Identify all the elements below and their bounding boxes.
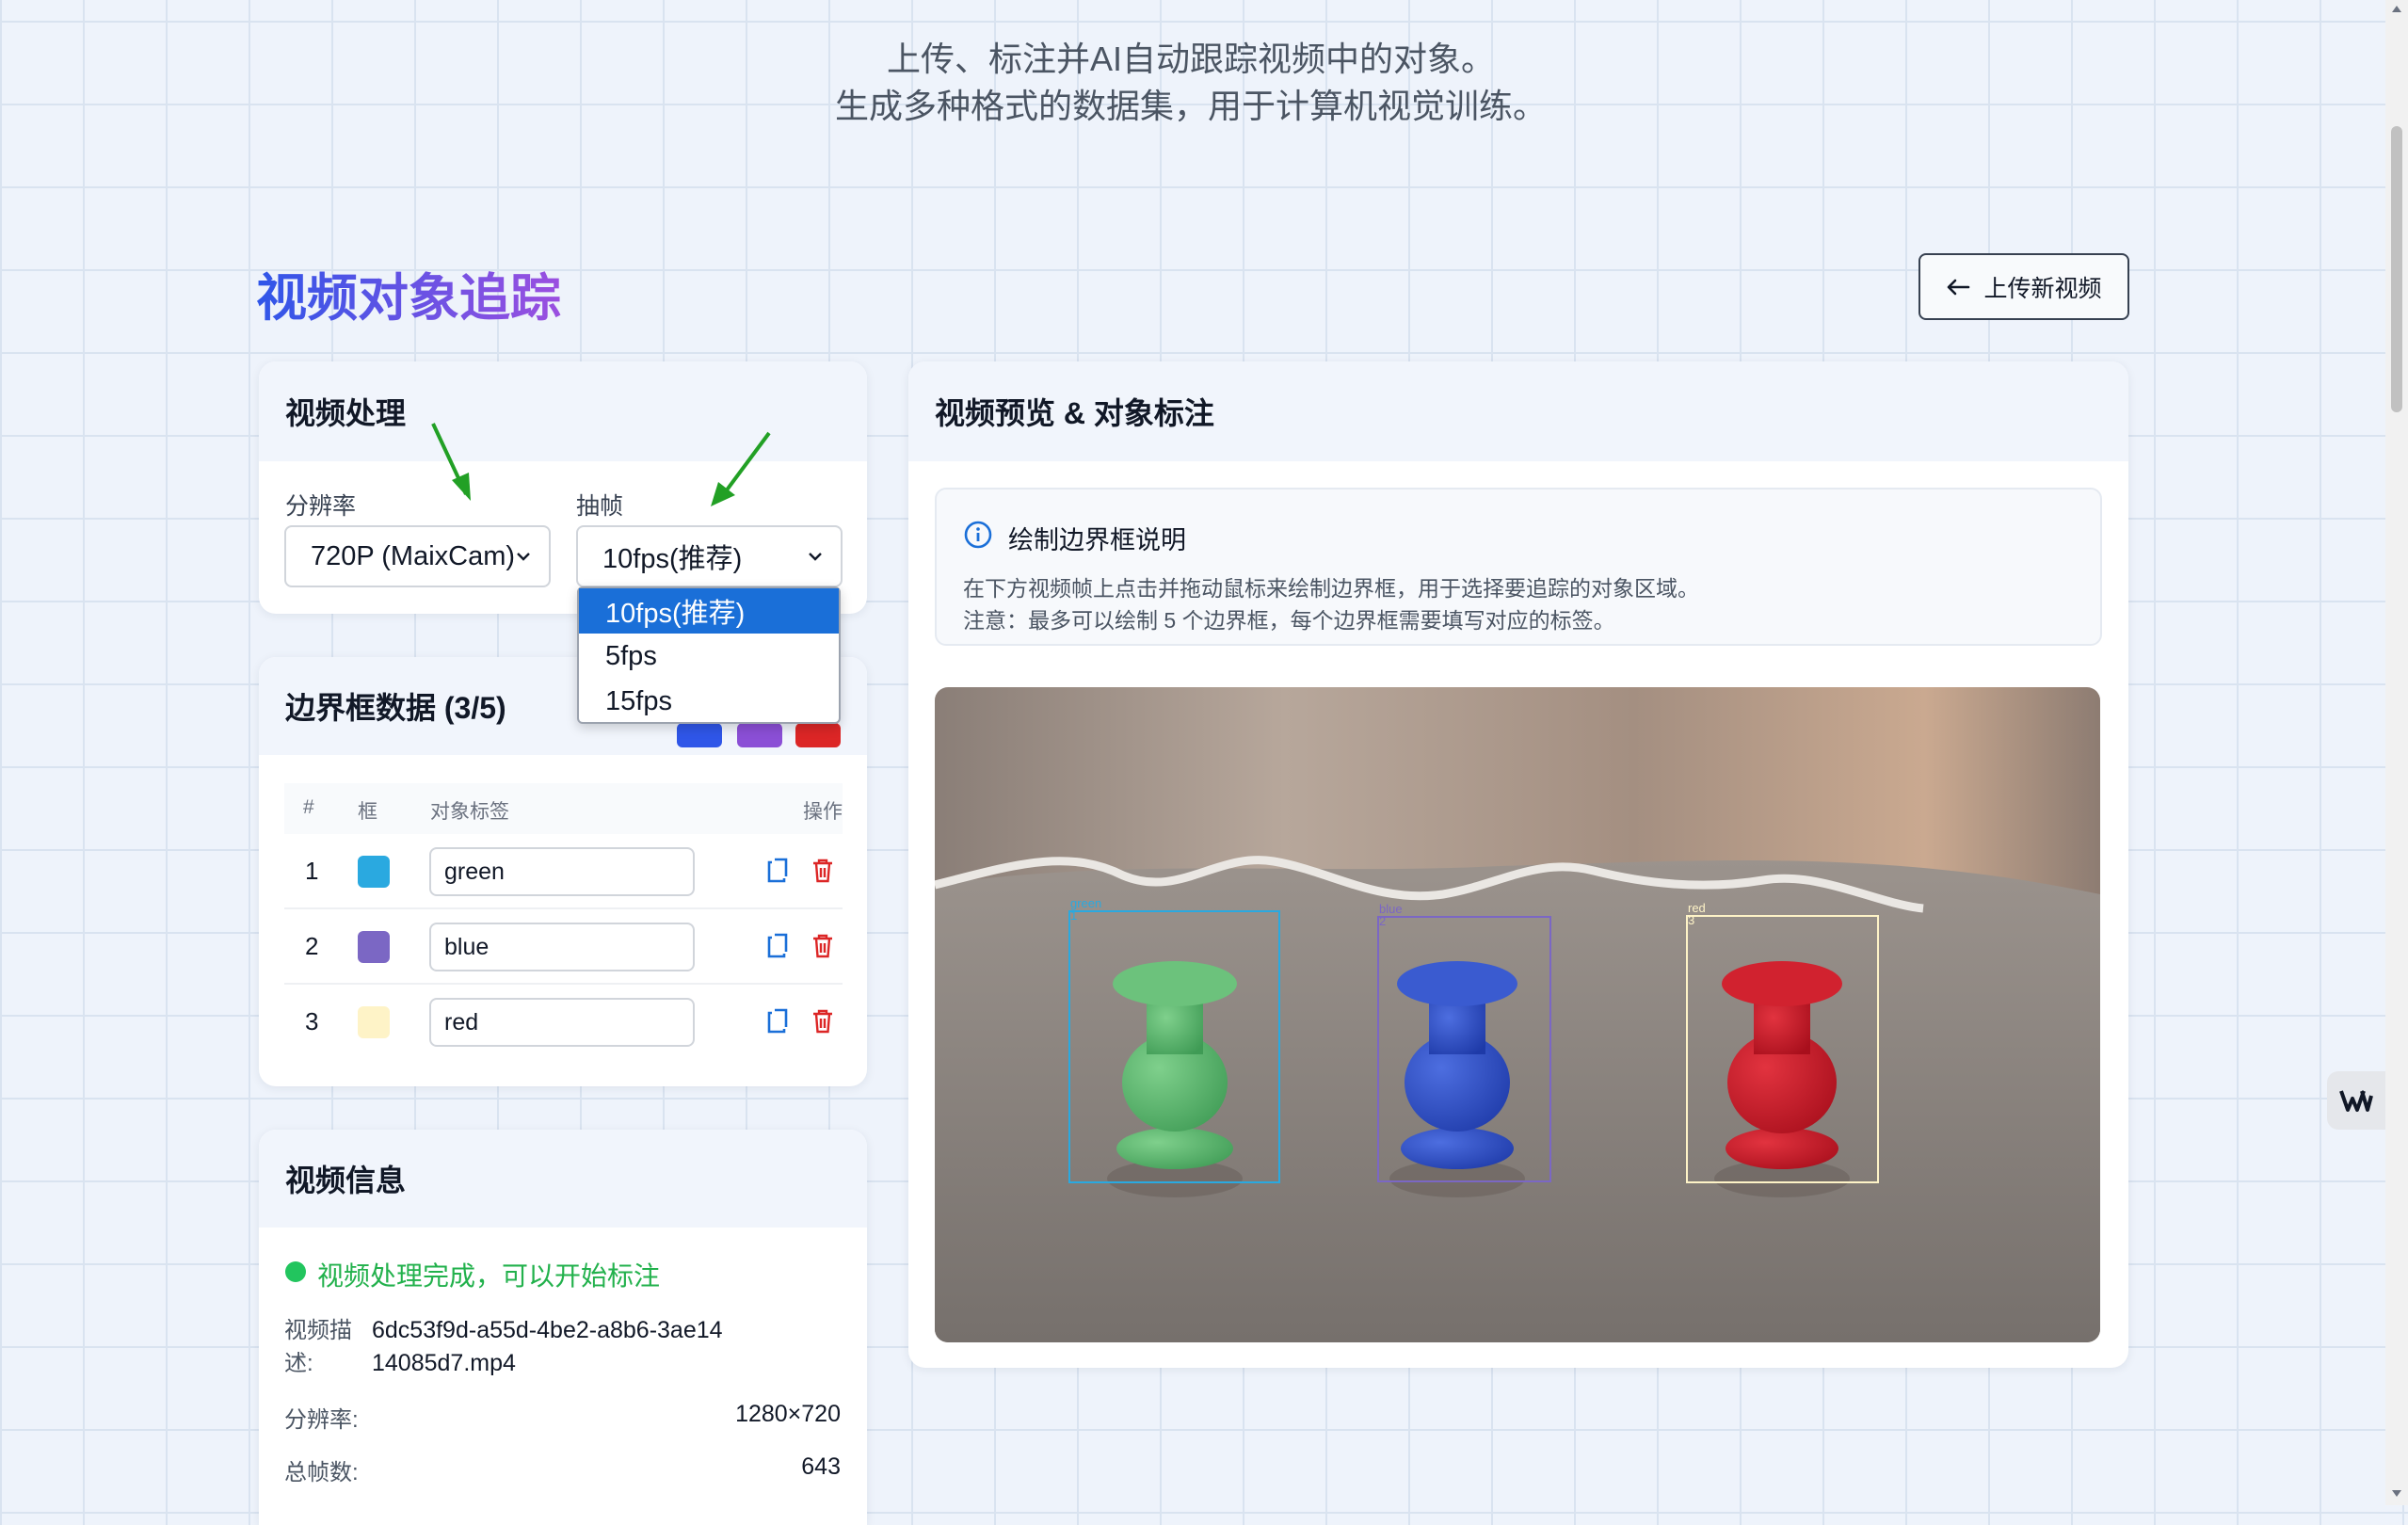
box-color-swatch bbox=[358, 1006, 390, 1038]
fps-dropdown-menu: 10fps(推荐) 5fps 15fps bbox=[577, 586, 841, 724]
track-button[interactable] bbox=[737, 723, 782, 747]
upload-new-video-label: 上传新视频 bbox=[1983, 275, 2102, 302]
fps-select[interactable]: 10fps(推荐) bbox=[576, 525, 843, 587]
copy-icon[interactable] bbox=[763, 932, 790, 960]
fps-label: 抽帧 bbox=[576, 493, 624, 520]
video-desc-value: 6dc53f9d-a55d-4be2-a8b6-3ae1414085d7.mp4 bbox=[372, 1317, 723, 1376]
fps-option-5[interactable]: 5fps bbox=[579, 634, 839, 679]
trash-icon[interactable] bbox=[810, 1007, 836, 1035]
frames-key: 总帧数: bbox=[284, 1460, 359, 1485]
fps-option-10[interactable]: 10fps(推荐) bbox=[579, 588, 839, 634]
instructions-line-1: 在下方视频帧上点击并拖动鼠标来绘制边界框，用于选择要追踪的对象区域。 bbox=[963, 576, 1699, 601]
label-input[interactable]: green bbox=[429, 847, 695, 896]
subtitle-line-2: 生成多种格式的数据集，用于计算机视觉训练。 bbox=[834, 87, 1547, 125]
row-index: 3 bbox=[305, 1007, 319, 1035]
resolution-key: 分辨率: bbox=[284, 1407, 359, 1433]
instructions-line-2: 注意：最多可以绘制 5 个边界框，每个边界框需要填写对应的标签。 bbox=[963, 608, 1615, 633]
table-header: # 框 对象标签 操作 bbox=[284, 783, 843, 834]
column-box: 框 bbox=[358, 801, 377, 823]
table-row: 1 green bbox=[284, 834, 843, 909]
bounding-box[interactable]: blue 2 bbox=[1377, 903, 1551, 1182]
chevron-down-icon bbox=[517, 553, 530, 561]
column-actions: 操作 bbox=[803, 801, 843, 823]
row-index: 1 bbox=[305, 857, 319, 885]
floating-widget-button[interactable] bbox=[2327, 1071, 2385, 1130]
bounding-box-id: 3 bbox=[1688, 913, 1695, 927]
resolution-select[interactable]: 720P (MaixCam) bbox=[284, 525, 551, 587]
box-color-swatch bbox=[358, 856, 390, 888]
fps-select-value: 10fps(推荐) bbox=[602, 544, 743, 574]
instructions-title: 绘制边界框说明 bbox=[1008, 526, 1186, 554]
label-input[interactable]: blue bbox=[429, 923, 695, 971]
resolution-value: 1280×720 bbox=[735, 1401, 841, 1427]
bounding-box[interactable]: red 3 bbox=[1686, 902, 1879, 1183]
bounding-box-id: 1 bbox=[1070, 908, 1078, 923]
video-info-card: 视频信息 视频处理完成，可以开始标注 视频描述: 6dc53f9d-a55d-4… bbox=[259, 1130, 867, 1525]
box-color-swatch bbox=[358, 931, 390, 963]
scroll-up-icon[interactable] bbox=[2391, 4, 2402, 13]
chevron-down-icon bbox=[809, 553, 822, 561]
annotation-arrow-icon bbox=[711, 431, 771, 506]
preview-card: 视频预览 & 对象标注 绘制边界框说明 在下方视频帧上点击并拖动鼠标来绘制边界框… bbox=[908, 361, 2128, 1368]
video-info-title: 视频信息 bbox=[259, 1130, 867, 1228]
frames-value: 643 bbox=[801, 1453, 841, 1480]
w-logo-icon bbox=[2339, 1090, 2373, 1112]
table-row: 3 red bbox=[284, 985, 843, 1060]
clear-button[interactable] bbox=[795, 723, 841, 747]
table-row: 2 blue bbox=[284, 909, 843, 985]
trash-icon[interactable] bbox=[810, 932, 836, 960]
annotation-arrow-icon bbox=[431, 423, 471, 501]
arrow-left-icon bbox=[1948, 279, 1970, 295]
preview-title: 视频预览 & 对象标注 bbox=[908, 361, 2128, 461]
copy-icon[interactable] bbox=[763, 857, 790, 885]
export-button[interactable] bbox=[677, 723, 722, 747]
status-dot bbox=[285, 1261, 306, 1282]
label-input[interactable]: red bbox=[429, 998, 695, 1047]
scrollbar-track[interactable] bbox=[2385, 0, 2408, 1505]
status-text: 视频处理完成，可以开始标注 bbox=[317, 1261, 661, 1291]
resolution-label: 分辨率 bbox=[285, 493, 357, 520]
resolution-select-value: 720P (MaixCam) bbox=[311, 540, 516, 571]
trash-icon[interactable] bbox=[810, 857, 836, 885]
upload-new-video-button[interactable]: 上传新视频 bbox=[1918, 253, 2129, 320]
copy-icon[interactable] bbox=[763, 1007, 790, 1035]
bounding-box-id: 2 bbox=[1379, 914, 1387, 928]
info-icon bbox=[964, 521, 992, 549]
bounding-box[interactable]: green 1 bbox=[1068, 897, 1280, 1183]
scrollbar-thumb[interactable] bbox=[2391, 126, 2402, 412]
column-label: 对象标签 bbox=[430, 801, 509, 823]
subtitle-line-1: 上传、标注并AI自动跟踪视频中的对象。 bbox=[886, 40, 1495, 78]
column-index: # bbox=[303, 796, 314, 818]
page-title: 视频对象追踪 bbox=[256, 256, 561, 330]
video-desc-key: 视频描述: bbox=[284, 1318, 352, 1376]
video-frame-canvas[interactable]: green 1 blue 2 red 3 bbox=[935, 687, 2100, 1342]
row-index: 2 bbox=[305, 932, 319, 960]
fps-option-15[interactable]: 15fps bbox=[579, 679, 839, 724]
scroll-down-icon[interactable] bbox=[2391, 1489, 2402, 1499]
instructions-box: 绘制边界框说明 在下方视频帧上点击并拖动鼠标来绘制边界框，用于选择要追踪的对象区… bbox=[935, 488, 2102, 646]
